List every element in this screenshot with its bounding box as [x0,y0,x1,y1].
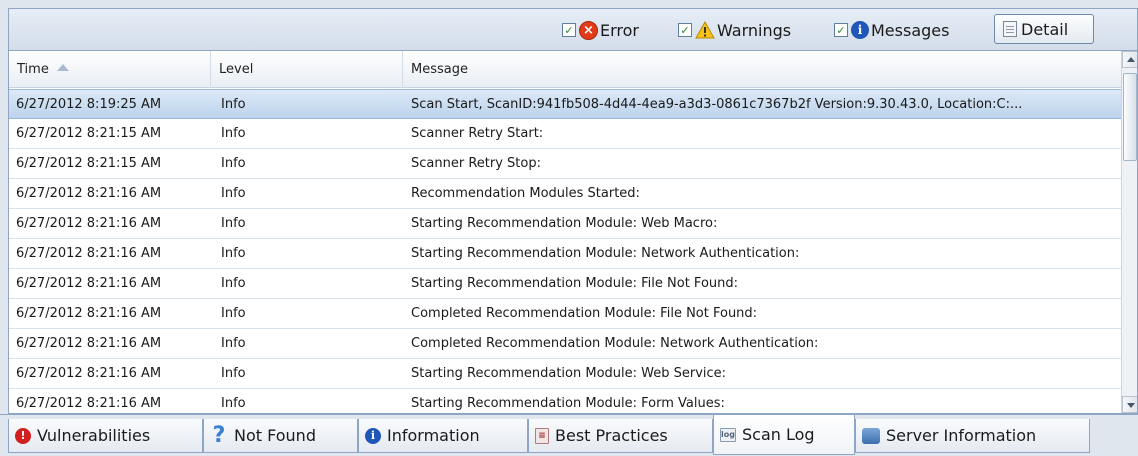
message-cell: Starting Recommendation Module: Web Macr… [411,216,718,231]
message-cell: Recommendation Modules Started: [411,186,640,201]
detail-document-icon [1003,21,1017,37]
time-cell: 6/27/2012 8:21:16 AM [16,216,162,231]
message-cell: Completed Recommendation Module: File No… [411,306,758,321]
tab-not-found[interactable]: ? Not Found [203,419,358,453]
scroll-up-button[interactable] [1122,51,1137,68]
tab-label: Vulnerabilities [37,426,151,445]
tab-label: Best Practices [555,426,668,445]
table-row[interactable]: 6/27/2012 8:21:16 AM Info Starting Recomme… [9,359,1121,389]
column-header-time-label: Time [17,62,49,77]
time-cell: 6/27/2012 8:21:16 AM [16,396,162,411]
warnings-filter[interactable]: ✓ Warnings [678,18,791,42]
tab-scan-log[interactable]: log Scan Log [713,415,855,455]
scroll-down-button[interactable] [1122,396,1137,413]
question-icon: ? [212,423,226,448]
sort-ascending-icon [56,64,69,71]
level-cell: Info [221,186,246,201]
error-circle-icon: × [579,20,598,40]
tab-label: Not Found [234,426,316,445]
messages-filter[interactable]: ✓ i Messages [834,18,949,42]
error-filter[interactable]: ✓ × Error [562,18,639,42]
message-cell: Starting Recommendation Module: Form Val… [411,396,725,411]
message-cell: Scanner Retry Start: [411,126,544,141]
level-cell: Info [221,396,246,411]
tab-best-practices[interactable]: ≡ Best Practices [528,419,713,453]
tab-server-information[interactable]: Server Information [855,419,1090,453]
level-cell: Info [221,97,246,112]
level-cell: Info [221,276,246,291]
time-cell: 6/27/2012 8:21:16 AM [16,186,162,201]
level-cell: Info [221,246,246,261]
table-row[interactable]: 6/27/2012 8:21:15 AM Info Scanner Retry St… [9,119,1121,149]
table-row[interactable]: 6/27/2012 8:21:16 AM Info Completed Recomm… [9,299,1121,329]
vertical-scrollbar[interactable] [1121,51,1137,413]
table-row[interactable]: 6/27/2012 8:21:16 AM Info Starting Recomme… [9,389,1121,413]
time-cell: 6/27/2012 8:21:15 AM [16,126,162,141]
time-cell: 6/27/2012 8:21:16 AM [16,306,162,321]
time-cell: 6/27/2012 8:21:16 AM [16,336,162,351]
message-cell: Scan Start, ScanID:941fb508-4d44-4ea9-a3… [411,97,1023,112]
level-cell: Info [221,126,246,141]
time-cell: 6/27/2012 8:21:15 AM [16,156,162,171]
time-cell: 6/27/2012 8:21:16 AM [16,366,162,381]
table-row[interactable]: 6/27/2012 8:21:16 AM Info Starting Recomme… [9,269,1121,299]
tab-label: Scan Log [742,425,815,444]
column-header-time[interactable]: Time [9,51,211,88]
warning-triangle-icon [695,21,715,39]
detail-button[interactable]: Detail [994,14,1094,44]
info-circle-icon: i [851,21,869,39]
best-practices-icon: ≡ [535,427,549,444]
time-cell: 6/27/2012 8:21:16 AM [16,246,162,261]
message-cell: Starting Recommendation Module: File Not… [411,276,739,291]
tab-vulnerabilities[interactable]: ! Vulnerabilities [8,419,203,453]
message-cell: Starting Recommendation Module: Web Serv… [411,366,727,381]
time-cell: 6/27/2012 8:19:25 AM [16,97,162,112]
tab-label: Information [387,426,480,445]
table-row[interactable]: 6/27/2012 8:21:16 AM Info Starting Recomme… [9,209,1121,239]
column-header-message[interactable]: Message [403,51,1121,88]
table-row[interactable]: 6/27/2012 8:21:16 AM Info Recommendation M… [9,179,1121,209]
level-cell: Info [221,306,246,321]
scroll-down-arrow-icon [1127,403,1135,408]
table-row[interactable]: 6/27/2012 8:19:25 AM Info Scan Start, Scan… [9,89,1121,119]
error-filter-label: Error [600,20,639,40]
info-icon: i [365,427,381,444]
scroll-thumb[interactable] [1123,73,1137,161]
messages-checkbox[interactable]: ✓ [834,23,848,37]
message-cell: Starting Recommendation Module: Network … [411,246,800,261]
vulnerabilities-icon: ! [15,427,31,444]
tab-information[interactable]: i Information [358,419,528,453]
scroll-up-arrow-icon [1127,57,1135,62]
message-cell: Scanner Retry Stop: [411,156,541,171]
column-header-message-label: Message [411,62,468,77]
level-cell: Info [221,336,246,351]
table-row[interactable]: 6/27/2012 8:21:16 AM Info Completed Recomm… [9,329,1121,359]
table-row[interactable]: 6/27/2012 8:21:16 AM Info Starting Recomme… [9,239,1121,269]
column-header-level[interactable]: Level [211,51,403,88]
server-icon [862,427,880,444]
time-cell: 6/27/2012 8:21:16 AM [16,276,162,291]
grid-rows: 6/27/2012 8:19:25 AM Info Scan Start, Scan… [9,89,1121,413]
bottom-tab-bar: ! Vulnerabilities ? Not Found i Informat… [0,414,1138,456]
detail-button-label: Detail [1021,19,1069,39]
column-header-level-label: Level [219,62,254,77]
error-checkbox[interactable]: ✓ [562,23,576,37]
scan-log-icon: log [720,427,736,442]
warnings-filter-label: Warnings [717,20,792,40]
message-cell: Completed Recommendation Module: Network… [411,336,819,351]
level-cell: Info [221,156,246,171]
warnings-checkbox[interactable]: ✓ [678,23,692,37]
messages-filter-label: Messages [871,20,950,40]
log-grid: Time Level Message 6/27/2012 8:19:25 AM I… [8,50,1138,414]
level-cell: Info [221,216,246,231]
level-cell: Info [221,366,246,381]
table-row[interactable]: 6/27/2012 8:21:15 AM Info Scanner Retry St… [9,149,1121,179]
tab-label: Server Information [886,426,1037,445]
scan-log-panel: ✓ × Error ✓ Warnings ✓ i Messages Detail [0,0,1138,456]
filter-toolbar: ✓ × Error ✓ Warnings ✓ i Messages Detail [8,8,1138,50]
grid-header: Time Level Message [9,51,1121,88]
